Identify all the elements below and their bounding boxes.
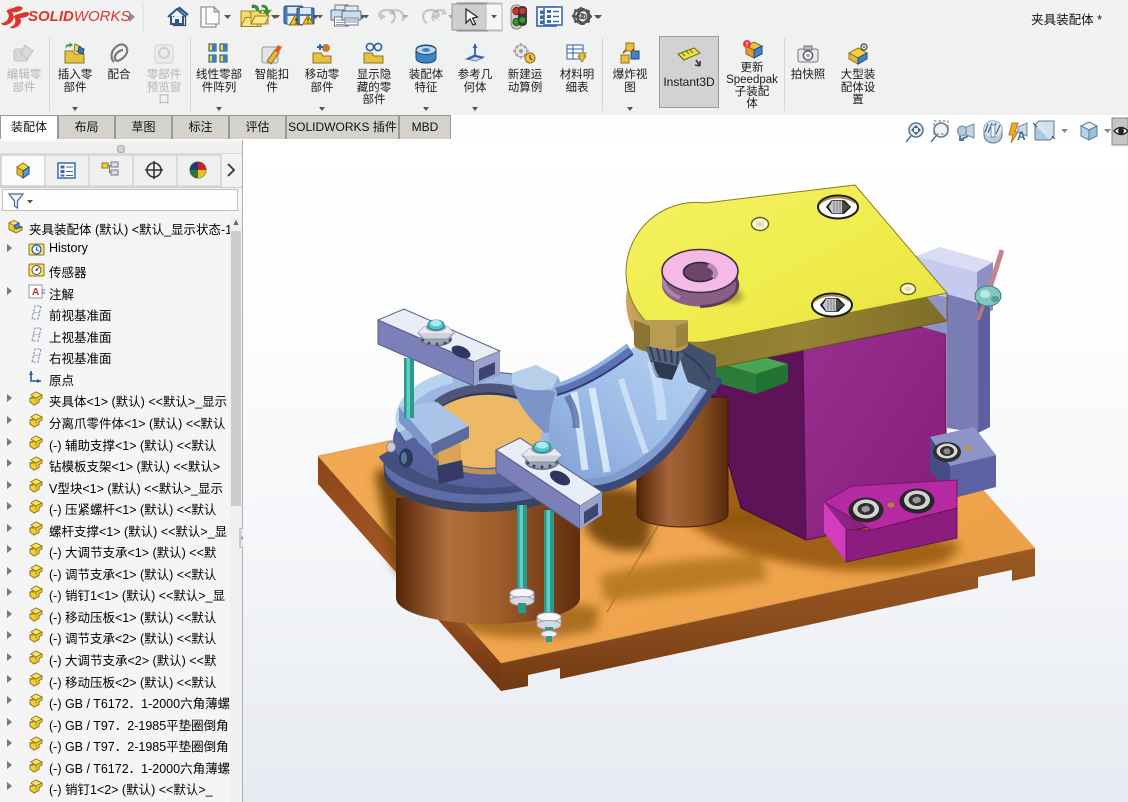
svg-text:A: A [1017,129,1026,143]
svg-text:SOLIDWORKS: SOLIDWORKS [28,8,131,25]
svg-text:A: A [32,287,39,298]
